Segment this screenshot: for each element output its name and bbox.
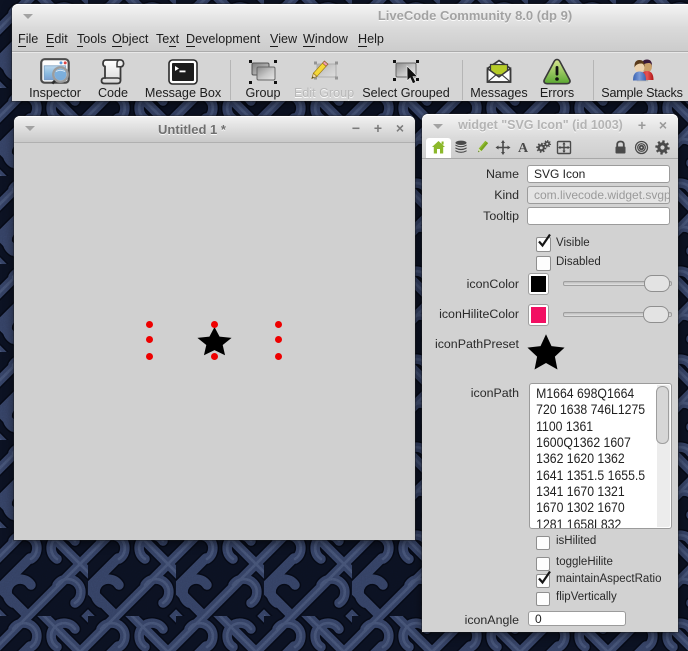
svg-text:A: A (518, 141, 529, 155)
